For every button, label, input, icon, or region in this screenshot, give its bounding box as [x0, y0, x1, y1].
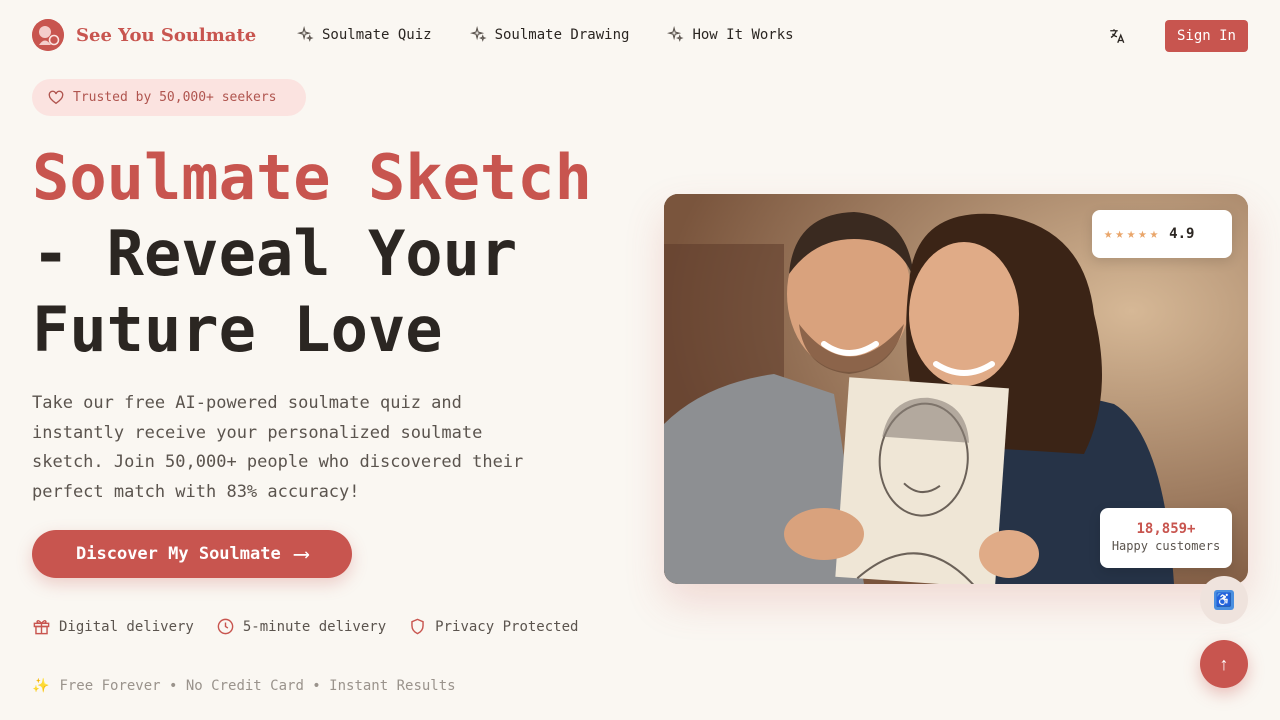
sparkle-emoji-icon: ✨: [32, 678, 50, 694]
feature-item: Privacy Protected: [408, 617, 578, 636]
tagline: ✨ Free Forever • No Credit Card • Instan…: [32, 678, 456, 694]
back-to-top-button[interactable]: ↑: [1200, 640, 1248, 688]
hero-title: Soulmate Sketch - Reveal Your Future Lov…: [32, 140, 632, 368]
sparkles-icon: [297, 26, 314, 42]
hero-title-accent: Soulmate Sketch: [32, 141, 592, 214]
feature-item: Digital delivery: [32, 617, 194, 636]
main-nav: Soulmate Quiz Soulmate Drawing How It Wo…: [297, 26, 794, 43]
trust-badge-text: Trusted by 50,000+ seekers: [73, 90, 277, 105]
sparkles-icon: [667, 26, 684, 42]
accessibility-icon: ♿: [1214, 590, 1234, 610]
gift-icon: [33, 619, 50, 635]
heart-icon: [48, 90, 64, 104]
brand-logo[interactable]: See You Soulmate: [32, 19, 256, 51]
shield-icon: [411, 618, 424, 635]
feature-item: 5-minute delivery: [216, 617, 386, 636]
feature-label: Digital delivery: [59, 618, 194, 635]
nav-soulmate-quiz[interactable]: Soulmate Quiz: [297, 26, 432, 43]
rating-badge: ★★★★★ 4.9: [1092, 210, 1232, 258]
language-button[interactable]: [1106, 26, 1128, 46]
star-rating-icon: ★★★★★: [1104, 226, 1162, 242]
hero-description: Take our free AI-powered soulmate quiz a…: [32, 393, 524, 502]
hero-title-line2: - Reveal Your: [32, 217, 518, 290]
sparkles-icon: [469, 26, 487, 42]
feature-label: 5-minute delivery: [242, 618, 387, 635]
sign-in-button[interactable]: Sign In: [1165, 20, 1248, 52]
feature-list: Digital delivery 5-minute delivery Priva…: [32, 617, 578, 636]
customers-count: 18,859+: [1136, 521, 1196, 537]
hero-title-line3: Future Love: [32, 293, 443, 366]
nav-soulmate-drawing[interactable]: Soulmate Drawing: [469, 26, 630, 43]
cta-label: Discover My Soulmate: [76, 544, 281, 564]
clock-icon: [217, 618, 234, 635]
translate-icon: [1110, 29, 1125, 44]
rating-value: 4.9: [1169, 226, 1195, 242]
arrow-right-icon: ⟶: [294, 541, 308, 567]
arrow-up-icon: ↑: [1219, 653, 1229, 674]
customers-badge: 18,859+ Happy customers: [1100, 508, 1232, 568]
brand-name: See You Soulmate: [76, 24, 257, 46]
nav-label: How It Works: [692, 26, 794, 43]
trust-badge: Trusted by 50,000+ seekers: [32, 79, 306, 116]
nav-how-it-works[interactable]: How It Works: [667, 26, 794, 43]
accessibility-button[interactable]: ♿: [1200, 576, 1248, 624]
feature-label: Privacy Protected: [435, 618, 579, 635]
nav-label: Soulmate Drawing: [494, 26, 630, 43]
logo-icon: [32, 19, 64, 51]
tagline-text: Free Forever • No Credit Card • Instant …: [59, 678, 456, 694]
nav-label: Soulmate Quiz: [322, 26, 432, 43]
discover-soulmate-button[interactable]: Discover My Soulmate ⟶: [32, 530, 352, 578]
site-header: See You Soulmate Soulmate Quiz Soulmate …: [0, 0, 1280, 72]
customers-label: Happy customers: [1111, 539, 1221, 553]
